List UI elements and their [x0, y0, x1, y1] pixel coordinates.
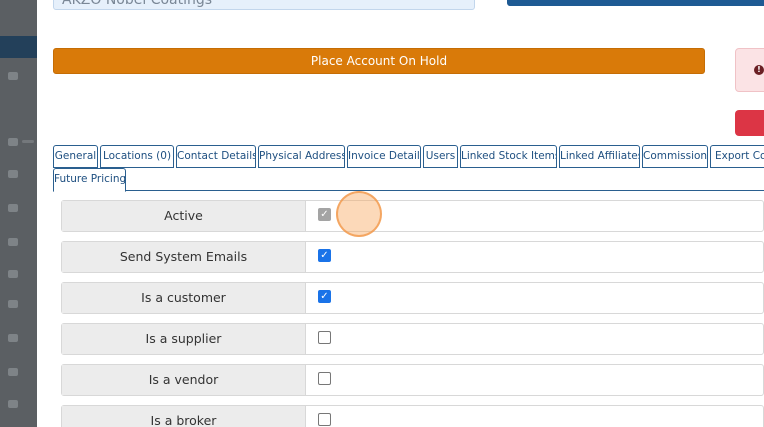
field-row-active: Active ✓ [61, 200, 764, 232]
tab-contact-details[interactable]: Contact Details [176, 145, 256, 168]
save-button[interactable] [507, 0, 764, 6]
send-system-emails-checkbox[interactable]: ✓ [318, 249, 331, 262]
field-row-is-supplier: Is a supplier [61, 323, 764, 355]
menu-icon[interactable] [8, 138, 18, 146]
tab-general[interactable]: General [53, 145, 98, 168]
sidebar-divider [22, 140, 34, 143]
menu-icon[interactable] [8, 270, 18, 278]
field-row-is-broker: Is a broker [61, 405, 764, 427]
menu-icon[interactable] [8, 400, 18, 408]
app-sidebar [0, 0, 37, 427]
tab-future-pricing[interactable]: Future Pricing [53, 168, 126, 192]
tab-physical-address[interactable]: Physical Address [258, 145, 345, 168]
tab-linked-stock-items[interactable]: Linked Stock Items [460, 145, 557, 168]
click-indicator [336, 191, 382, 237]
tab-users[interactable]: Users [423, 145, 458, 168]
menu-icon[interactable] [8, 300, 18, 308]
field-row-is-vendor: Is a vendor [61, 364, 764, 396]
is-customer-checkbox[interactable]: ✓ [318, 290, 331, 303]
field-label: Send System Emails [62, 242, 306, 272]
field-label: Is a broker [62, 406, 306, 427]
tab-commission[interactable]: Commission [642, 145, 708, 168]
menu-icon[interactable] [8, 334, 18, 342]
is-broker-checkbox[interactable] [318, 413, 331, 426]
field-label: Is a customer [62, 283, 306, 313]
account-name-field[interactable]: AKZO Nobel Coatings [53, 0, 475, 10]
sidebar-active-item[interactable] [0, 36, 37, 58]
tab-export-config[interactable]: Export Con [710, 145, 764, 168]
tab-invoice-details[interactable]: Invoice Details [347, 145, 421, 168]
tab-content-border [53, 190, 764, 191]
field-label: Is a vendor [62, 365, 306, 395]
field-row-is-customer: Is a customer ✓ [61, 282, 764, 314]
field-label: Is a supplier [62, 324, 306, 354]
is-supplier-checkbox[interactable] [318, 331, 331, 344]
menu-icon[interactable] [8, 170, 18, 178]
delete-button[interactable] [735, 110, 764, 136]
menu-icon[interactable] [8, 204, 18, 212]
menu-icon[interactable] [8, 72, 18, 80]
field-label: Active [62, 201, 306, 231]
place-account-on-hold-button[interactable]: Place Account On Hold [53, 48, 705, 74]
active-checkbox[interactable]: ✓ [318, 208, 331, 221]
tab-linked-affiliates[interactable]: Linked Affiliates [559, 145, 640, 168]
field-row-send-system-emails: Send System Emails ✓ [61, 241, 764, 273]
menu-icon[interactable] [8, 238, 18, 246]
exclamation-icon: ! [754, 65, 764, 75]
menu-icon[interactable] [8, 368, 18, 376]
tab-locations[interactable]: Locations (0) [100, 145, 174, 168]
account-edit-panel: AKZO Nobel Coatings Place Account On Hol… [37, 0, 764, 427]
is-vendor-checkbox[interactable] [318, 372, 331, 385]
alert-box: ! [735, 48, 764, 92]
